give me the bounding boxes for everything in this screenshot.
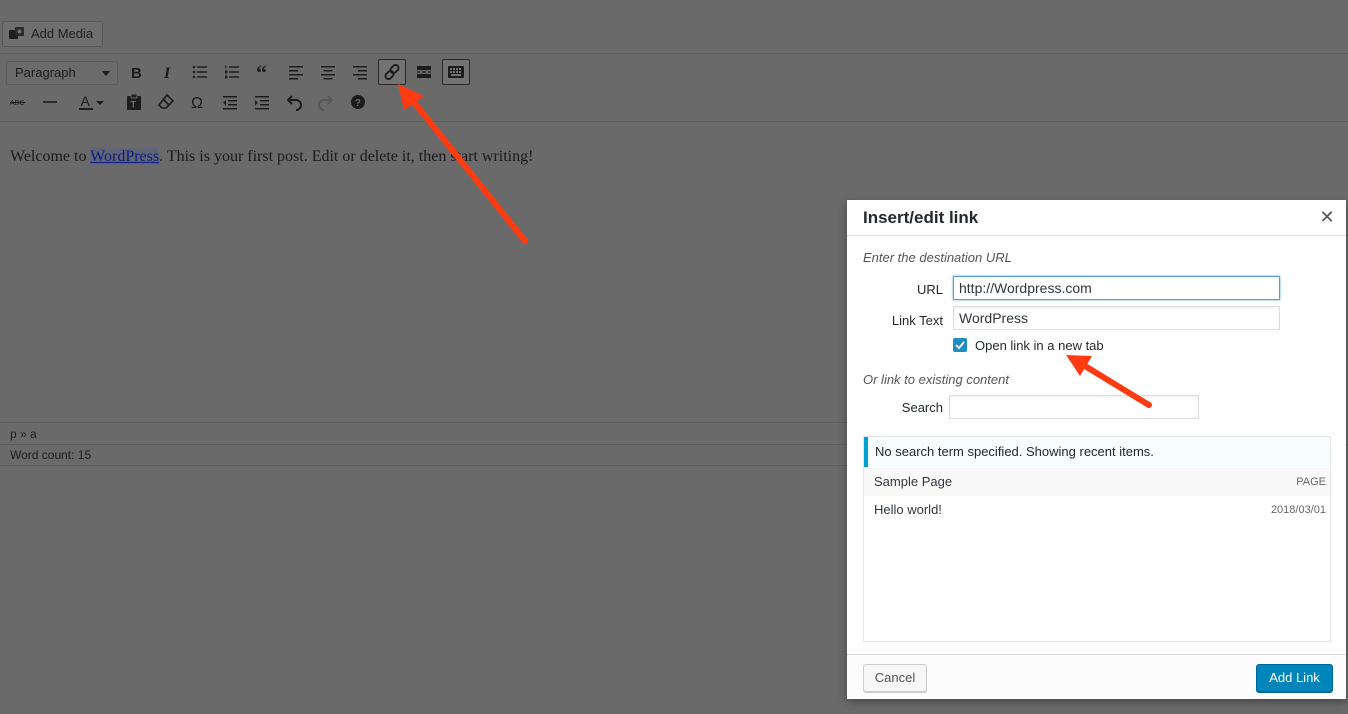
paste-as-text-button[interactable]: T [120, 89, 148, 115]
checkmark-icon [955, 341, 965, 350]
result-meta: 2018/03/01 [1270, 504, 1326, 516]
bulleted-list-button[interactable] [186, 59, 214, 85]
search-results: No search term specified. Showing recent… [863, 436, 1331, 642]
media-bar: Add Media [0, 0, 1348, 54]
existing-content-heading: Or link to existing content [863, 372, 1009, 387]
search-input[interactable] [949, 395, 1199, 419]
indent-icon [255, 96, 269, 110]
redo-icon [318, 95, 333, 111]
content-text-before: Welcome to [10, 148, 91, 165]
url-label: URL [916, 282, 943, 297]
format-select-value: Paragraph [15, 65, 76, 80]
new-tab-label[interactable]: Open link in a new tab [975, 338, 1104, 353]
result-title: Sample Page [874, 474, 953, 489]
horizontal-line-button[interactable] [36, 89, 64, 115]
link-icon [384, 64, 400, 80]
undo-icon [287, 95, 302, 111]
paste-as-text-icon: T [127, 93, 141, 110]
svg-text:“: “ [256, 63, 267, 81]
svg-text:Ω: Ω [191, 95, 203, 111]
content-text-after: . This is your first post. Edit or delet… [159, 148, 534, 165]
italic-button[interactable]: I [154, 59, 182, 85]
close-icon[interactable]: ✕ [1318, 208, 1336, 226]
blockquote-icon: “ [256, 63, 267, 81]
add-media-label: Add Media [31, 26, 94, 41]
insert-link-dialog: Insert/edit link ✕ Enter the destination… [847, 200, 1346, 699]
numbered-list-button[interactable] [218, 59, 246, 85]
svg-text:A: A [81, 93, 91, 109]
special-character-icon: Ω [191, 95, 203, 111]
result-item[interactable]: Hello world! 2018/03/01 [864, 496, 1330, 524]
italic-icon: I [163, 65, 171, 81]
align-center-button[interactable] [314, 59, 342, 85]
align-left-button[interactable] [282, 59, 310, 85]
blockquote-button[interactable]: “ [250, 59, 278, 85]
align-right-button[interactable] [346, 59, 374, 85]
dialog-title: Insert/edit link [863, 208, 979, 227]
dialog-footer: Cancel Add Link [847, 654, 1346, 699]
redo-button[interactable] [312, 89, 340, 115]
search-label: Search [901, 400, 943, 415]
special-character-button[interactable]: Ω [184, 89, 212, 115]
link-text-label: Link Text [891, 313, 943, 328]
align-center-icon [321, 66, 335, 80]
read-more-button[interactable] [410, 59, 438, 85]
destination-heading: Enter the destination URL [863, 250, 1012, 265]
strikethrough-icon: ABC [10, 100, 25, 107]
dialog-header: Insert/edit link ✕ [847, 200, 1346, 236]
chevron-down-icon [102, 71, 110, 76]
content-link[interactable]: WordPress [90, 148, 160, 165]
svg-text:?: ? [355, 98, 361, 109]
svg-text:B: B [131, 65, 142, 81]
cancel-button[interactable]: Cancel [863, 664, 927, 692]
text-color-button[interactable]: A [68, 89, 114, 115]
horizontal-line-icon [43, 101, 57, 103]
help-button[interactable]: ? [344, 89, 372, 115]
clear-formatting-button[interactable] [152, 89, 180, 115]
text-color-icon: A [79, 93, 93, 110]
clear-formatting-icon [157, 93, 175, 109]
post-content[interactable]: Welcome to WordPress. This is your first… [10, 148, 533, 166]
outdent-button[interactable] [216, 89, 244, 115]
add-media-button[interactable]: Add Media [2, 21, 103, 47]
new-tab-checkbox[interactable] [953, 338, 967, 352]
result-item[interactable]: Sample Page PAGE [864, 468, 1330, 496]
bold-icon: B [131, 65, 142, 81]
outdent-icon [223, 96, 237, 110]
editor-toolbar: Paragraph B I “ ABC A T Ω ? [0, 55, 1348, 122]
paragraph-format-select[interactable]: Paragraph [6, 61, 118, 85]
strikethrough-button[interactable]: ABC [4, 89, 32, 115]
undo-button[interactable] [280, 89, 308, 115]
svg-text:T: T [131, 100, 137, 110]
bulleted-list-icon [192, 65, 207, 79]
result-title: Hello world! [874, 502, 942, 517]
toolbar-toggle-button[interactable] [442, 59, 470, 85]
toolbar-toggle-icon [448, 66, 464, 78]
insert-link-button[interactable] [378, 59, 406, 85]
link-text-input[interactable] [953, 306, 1280, 330]
numbered-list-icon [225, 65, 239, 79]
indent-button[interactable] [248, 89, 276, 115]
read-more-icon [417, 66, 431, 78]
media-icon [9, 27, 24, 39]
svg-text:I: I [163, 65, 171, 81]
bold-button[interactable]: B [122, 59, 150, 85]
search-notice: No search term specified. Showing recent… [864, 437, 1330, 467]
align-right-icon [353, 66, 367, 80]
chevron-down-icon [96, 101, 104, 105]
help-icon: ? [351, 95, 365, 109]
svg-text:ABC: ABC [10, 100, 24, 107]
add-link-button[interactable]: Add Link [1256, 664, 1333, 692]
url-input[interactable] [953, 276, 1280, 300]
result-meta: PAGE [1296, 476, 1326, 488]
align-left-icon [289, 66, 303, 80]
